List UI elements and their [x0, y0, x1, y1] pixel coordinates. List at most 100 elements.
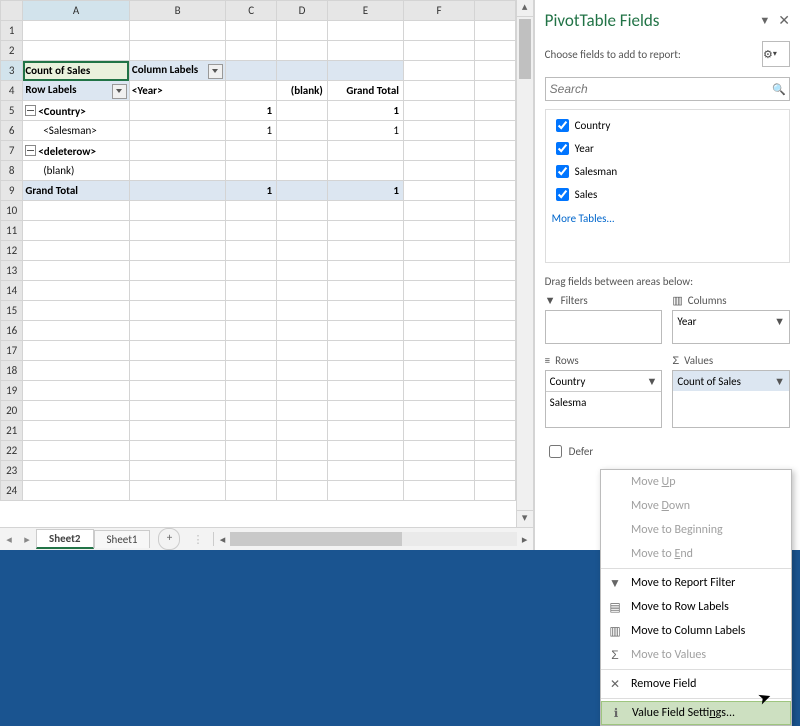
- scroll-right-icon[interactable]: ▸: [517, 533, 533, 546]
- col-header-extra[interactable]: [475, 1, 516, 21]
- cell-E9[interactable]: 1: [327, 181, 403, 201]
- cell-A9[interactable]: Grand Total: [23, 181, 130, 201]
- row-header[interactable]: 11: [1, 221, 23, 241]
- cell-A3[interactable]: Count of Sales: [23, 61, 130, 81]
- close-icon[interactable]: ✕: [778, 12, 790, 29]
- column-labels-dropdown[interactable]: [208, 64, 223, 79]
- pane-options-dropdown[interactable]: ▼: [759, 14, 770, 27]
- collapse-icon[interactable]: [25, 145, 36, 156]
- row-header[interactable]: 5: [1, 101, 23, 121]
- row-header[interactable]: 24: [1, 481, 23, 501]
- menu-move-report-filter[interactable]: ▼Move to Report Filter: [601, 571, 791, 595]
- remove-icon: ✕: [607, 677, 623, 692]
- grid[interactable]: A B C D E F 1 2 3 Count of Sales Column …: [0, 0, 516, 527]
- cell-A6[interactable]: <Salesman>: [23, 121, 130, 141]
- field-item-year[interactable]: Year: [552, 137, 783, 160]
- row-header[interactable]: 6: [1, 121, 23, 141]
- field-checkbox[interactable]: [556, 188, 569, 201]
- cell-E5[interactable]: 1: [327, 101, 403, 121]
- sheet-tab-bar: ◂ ▸ Sheet2 Sheet1 + ⋮ ◂ ▸: [0, 527, 533, 550]
- row-header[interactable]: 10: [1, 201, 23, 221]
- vertical-scrollbar[interactable]: ▴ ▾: [516, 0, 533, 527]
- row-header[interactable]: 23: [1, 461, 23, 481]
- cell-A5[interactable]: <Country>: [23, 101, 130, 121]
- row-header[interactable]: 1: [1, 21, 23, 41]
- row-labels-dropdown[interactable]: [112, 84, 127, 99]
- field-item-country[interactable]: Country: [552, 114, 783, 137]
- col-header-F[interactable]: F: [403, 1, 474, 21]
- tab-nav-next[interactable]: ▸: [18, 533, 36, 546]
- rows-pill-salesman[interactable]: Salesma: [546, 392, 662, 412]
- field-checkbox[interactable]: [556, 119, 569, 132]
- menu-move-down: Move Down: [601, 494, 791, 518]
- row-header[interactable]: 4: [1, 81, 23, 101]
- collapse-icon[interactable]: [25, 105, 36, 116]
- rows-pill-country[interactable]: Country▼: [546, 371, 662, 392]
- row-header[interactable]: 2: [1, 41, 23, 61]
- row-header[interactable]: 13: [1, 261, 23, 281]
- values-area[interactable]: ΣValues Count of Sales▼: [672, 354, 790, 428]
- col-header-D[interactable]: D: [277, 1, 328, 21]
- columns-label: Columns: [688, 294, 727, 307]
- cell-C6[interactable]: 1: [226, 121, 277, 141]
- more-tables-link[interactable]: More Tables...: [552, 206, 783, 225]
- field-item-sales[interactable]: Sales: [552, 183, 783, 206]
- row-header[interactable]: 22: [1, 441, 23, 461]
- field-checkbox[interactable]: [556, 142, 569, 155]
- columns-pill-year[interactable]: Year▼: [673, 311, 789, 331]
- cell-B3[interactable]: Column Labels: [129, 61, 225, 81]
- row-header[interactable]: 12: [1, 241, 23, 261]
- scroll-thumb[interactable]: [519, 19, 531, 79]
- row-header[interactable]: 21: [1, 421, 23, 441]
- scroll-up-icon[interactable]: ▴: [517, 0, 533, 17]
- row-header[interactable]: 7: [1, 141, 23, 161]
- columns-area[interactable]: ▥Columns Year▼: [672, 294, 790, 344]
- cell-E4[interactable]: Grand Total: [327, 81, 403, 101]
- values-pill-count-of-sales[interactable]: Count of Sales▼: [673, 371, 789, 391]
- menu-move-row-labels[interactable]: ▤Move to Row Labels: [601, 595, 791, 619]
- row-header[interactable]: 17: [1, 341, 23, 361]
- cell-E6[interactable]: 1: [327, 121, 403, 141]
- scroll-down-icon[interactable]: ▾: [517, 510, 533, 527]
- row-header[interactable]: 14: [1, 281, 23, 301]
- pivottable-fields-pane: PivotTable Fields ▼ ✕ Choose fields to a…: [534, 0, 800, 550]
- col-header-A[interactable]: A: [23, 1, 130, 21]
- col-header-B[interactable]: B: [129, 1, 225, 21]
- defer-checkbox[interactable]: [549, 445, 562, 458]
- cell-B4[interactable]: <Year>: [129, 81, 225, 101]
- search-input[interactable]: [546, 82, 769, 96]
- scroll-thumb[interactable]: [230, 532, 402, 546]
- row-header[interactable]: 20: [1, 401, 23, 421]
- field-checkbox[interactable]: [556, 165, 569, 178]
- menu-move-column-labels[interactable]: ▥Move to Column Labels: [601, 619, 791, 643]
- rows-icon: ▤: [607, 600, 623, 615]
- col-header-E[interactable]: E: [327, 1, 403, 21]
- row-header[interactable]: 8: [1, 161, 23, 181]
- gear-icon[interactable]: ⚙▾: [762, 41, 790, 67]
- cell-A8[interactable]: (blank): [23, 161, 130, 181]
- search-icon: 🔍: [769, 83, 789, 96]
- cell-A4[interactable]: Row Labels: [23, 81, 130, 101]
- row-header[interactable]: 15: [1, 301, 23, 321]
- sheet-tab-active[interactable]: Sheet2: [36, 529, 94, 549]
- row-header[interactable]: 9: [1, 181, 23, 201]
- row-header[interactable]: 18: [1, 361, 23, 381]
- field-item-salesman[interactable]: Salesman: [552, 160, 783, 183]
- sheet-tab[interactable]: Sheet1: [94, 530, 151, 548]
- filters-area[interactable]: ▼Filters: [545, 294, 663, 344]
- row-header[interactable]: 19: [1, 381, 23, 401]
- col-header-C[interactable]: C: [226, 1, 277, 21]
- scroll-left-icon[interactable]: ◂: [214, 533, 230, 546]
- tab-nav-prev[interactable]: ◂: [0, 533, 18, 546]
- select-all-corner[interactable]: [1, 1, 23, 21]
- cell-A7[interactable]: <deleterow>: [23, 141, 130, 161]
- new-sheet-button[interactable]: +: [158, 528, 180, 550]
- rows-area[interactable]: ≡Rows Country▼ Salesma: [545, 354, 663, 428]
- row-header[interactable]: 16: [1, 321, 23, 341]
- field-search[interactable]: 🔍: [545, 77, 790, 101]
- cell-D4[interactable]: (blank): [277, 81, 328, 101]
- row-header[interactable]: 3: [1, 61, 23, 81]
- cell-C5[interactable]: 1: [226, 101, 277, 121]
- horizontal-scrollbar[interactable]: ◂ ▸: [213, 532, 532, 546]
- cell-C9[interactable]: 1: [226, 181, 277, 201]
